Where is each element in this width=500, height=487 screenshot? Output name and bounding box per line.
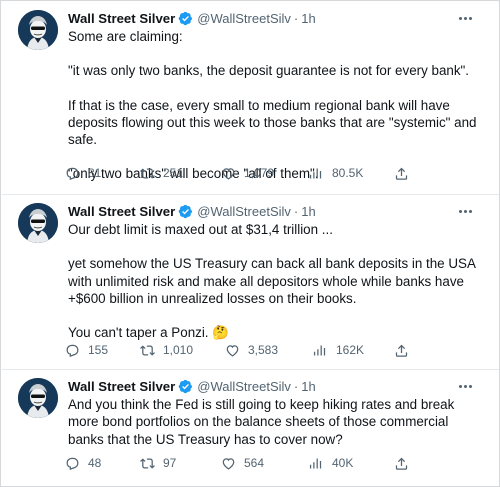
separator-dot: · [293, 203, 299, 219]
share-button[interactable] [394, 341, 409, 359]
like-button[interactable]: 564 [221, 454, 264, 472]
like-icon [225, 343, 240, 358]
author-name[interactable]: Wall Street Silver [68, 379, 175, 394]
author-handle[interactable]: @WallStreetSilv [197, 11, 291, 26]
separator-dot: · [293, 10, 299, 26]
tweet-paragraph: Our debt limit is maxed out at $31,4 tri… [68, 222, 333, 237]
tweet-actions: 81 251 1,079 80.5K [65, 164, 425, 182]
share-icon [394, 166, 409, 181]
share-button[interactable] [394, 454, 409, 472]
author-name[interactable]: Wall Street Silver [68, 204, 175, 219]
author-handle[interactable]: @WallStreetSilv [197, 379, 291, 394]
author-avatar[interactable] [18, 378, 58, 418]
reply-count: 48 [88, 456, 102, 470]
tweet-paragraph: And you think the Fed is still going to … [68, 397, 455, 447]
reply-icon [65, 166, 80, 181]
tweet-text: And you think the Fed is still going to … [68, 396, 478, 448]
more-icon[interactable] [455, 378, 475, 394]
author-avatar[interactable] [18, 10, 58, 50]
more-icon[interactable] [455, 203, 475, 219]
share-icon [394, 343, 409, 358]
share-button[interactable] [394, 164, 409, 182]
views-button[interactable]: 162K [313, 341, 364, 359]
views-count: 40K [332, 456, 354, 470]
verified-badge-icon [178, 379, 193, 394]
retweet-icon [140, 456, 155, 471]
views-icon [313, 343, 328, 358]
views-count: 80.5K [332, 166, 364, 180]
tweet[interactable]: Wall Street Silver @WallStreetSilv · 1h … [2, 1, 499, 194]
retweet-icon [140, 166, 155, 181]
tweet-paragraph: Some are claiming: [68, 29, 183, 44]
tweet-text: Our debt limit is maxed out at $31,4 tri… [68, 221, 478, 341]
like-icon [221, 456, 236, 471]
tweet-paragraph-text: You can't taper a Ponzi. [68, 325, 209, 341]
retweet-button[interactable]: 97 [140, 454, 176, 472]
views-icon [309, 456, 324, 471]
verified-badge-icon [178, 11, 193, 26]
author-name[interactable]: Wall Street Silver [68, 11, 175, 26]
tweet[interactable]: Wall Street Silver @WallStreetSilv · 1h … [2, 194, 499, 369]
like-icon [221, 166, 236, 181]
like-count: 1,079 [244, 166, 275, 180]
share-icon [394, 456, 409, 471]
tweet[interactable]: Wall Street Silver @WallStreetSilv · 1h … [2, 369, 499, 487]
like-button[interactable]: 3,583 [225, 341, 278, 359]
separator-dot: · [293, 378, 299, 394]
reply-button[interactable]: 81 [65, 164, 101, 182]
retweet-icon [140, 343, 155, 358]
reply-count: 81 [88, 166, 102, 180]
tweet-paragraph: "it was only two banks, the deposit guar… [68, 63, 470, 79]
like-count: 3,583 [248, 343, 279, 357]
tweet-header: Wall Street Silver @WallStreetSilv · 1h [68, 378, 316, 394]
reply-icon [65, 456, 80, 471]
tweet-header: Wall Street Silver @WallStreetSilv · 1h [68, 203, 316, 219]
retweet-count: 1,010 [163, 343, 194, 357]
tweet-paragraph: If that is the case, every small to medi… [68, 97, 477, 148]
tweet-paragraph: You can't taper a Ponzi. 🤔 [68, 324, 478, 341]
retweet-button[interactable]: 251 [140, 164, 183, 182]
tweet-text: Some are claiming: "it was only two bank… [68, 28, 478, 183]
like-button[interactable]: 1,079 [221, 164, 274, 182]
tweet-timestamp[interactable]: 1h [301, 204, 315, 219]
author-avatar[interactable] [18, 203, 58, 243]
like-count: 564 [244, 456, 265, 470]
author-handle[interactable]: @WallStreetSilv [197, 204, 291, 219]
views-button[interactable]: 40K [309, 454, 353, 472]
views-button[interactable]: 80.5K [309, 164, 363, 182]
reply-icon [65, 343, 80, 358]
reply-count: 155 [88, 343, 109, 357]
retweet-button[interactable]: 1,010 [140, 341, 193, 359]
tweet-actions: 155 1,010 3,583 162K [65, 341, 425, 359]
views-count: 162K [336, 343, 365, 357]
tweet-paragraph: yet somehow the US Treasury can back all… [68, 256, 476, 306]
tweet-timestamp[interactable]: 1h [301, 379, 315, 394]
more-icon[interactable] [455, 10, 475, 26]
tweet-actions: 48 97 564 40K [65, 454, 425, 472]
timeline-panel: Wall Street Silver @WallStreetSilv · 1h … [0, 0, 500, 487]
reply-button[interactable]: 155 [65, 341, 108, 359]
retweet-count: 97 [163, 456, 177, 470]
reply-button[interactable]: 48 [65, 454, 101, 472]
thinking-emoji: 🤔 [212, 325, 229, 341]
retweet-count: 251 [163, 166, 184, 180]
tweet-timestamp[interactable]: 1h [301, 11, 315, 26]
verified-badge-icon [178, 204, 193, 219]
tweet-header: Wall Street Silver @WallStreetSilv · 1h [68, 10, 316, 26]
views-icon [309, 166, 324, 181]
